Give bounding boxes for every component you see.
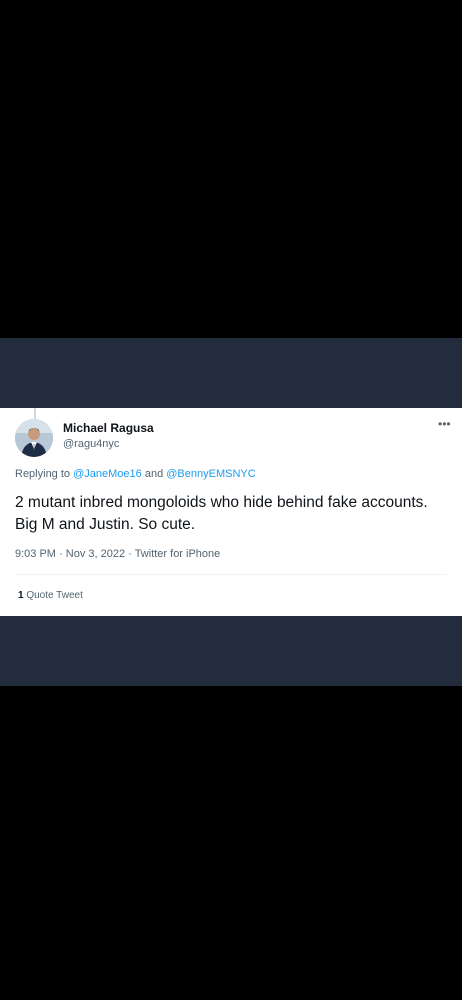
quote-count: 1: [18, 590, 24, 601]
bottom-dark-band: [0, 616, 462, 686]
reply-mention-bennyemsnyc[interactable]: @BennyEMSNYC: [166, 468, 255, 480]
replying-to-and: and: [144, 468, 164, 480]
top-dark-band: [0, 338, 462, 408]
avatar[interactable]: [15, 419, 53, 457]
quote-label: Quote Tweet: [26, 590, 83, 601]
tweet-text: 2 mutant inbred mongoloids who hide behi…: [15, 494, 428, 533]
tweet-date[interactable]: Nov 3, 2022: [66, 548, 125, 560]
tweet-metadata: 9:03 PM · Nov 3, 2022 · Twitter for iPho…: [15, 548, 220, 560]
tweet-source[interactable]: Twitter for iPhone: [135, 548, 221, 560]
divider: [15, 574, 447, 575]
quote-tweets-stat[interactable]: 1 Quote Tweet: [18, 590, 83, 601]
replying-to-label: Replying to: [15, 468, 71, 480]
tweet-card[interactable]: Michael Ragusa @ragu4nyc ••• Replying to…: [0, 408, 462, 616]
replying-to-line: Replying to @JaneMoe16 and @BennyEMSNYC: [15, 468, 256, 480]
reply-mention-janemoe16[interactable]: @JaneMoe16: [73, 468, 142, 480]
avatar-photo-icon: [15, 419, 53, 457]
author-name[interactable]: Michael Ragusa: [63, 421, 154, 435]
meta-separator: ·: [59, 548, 63, 560]
author-handle[interactable]: @ragu4nyc: [63, 438, 119, 450]
tweet-time[interactable]: 9:03 PM: [15, 548, 56, 560]
meta-separator: ·: [128, 548, 132, 560]
more-horizontal-icon[interactable]: •••: [438, 418, 454, 430]
